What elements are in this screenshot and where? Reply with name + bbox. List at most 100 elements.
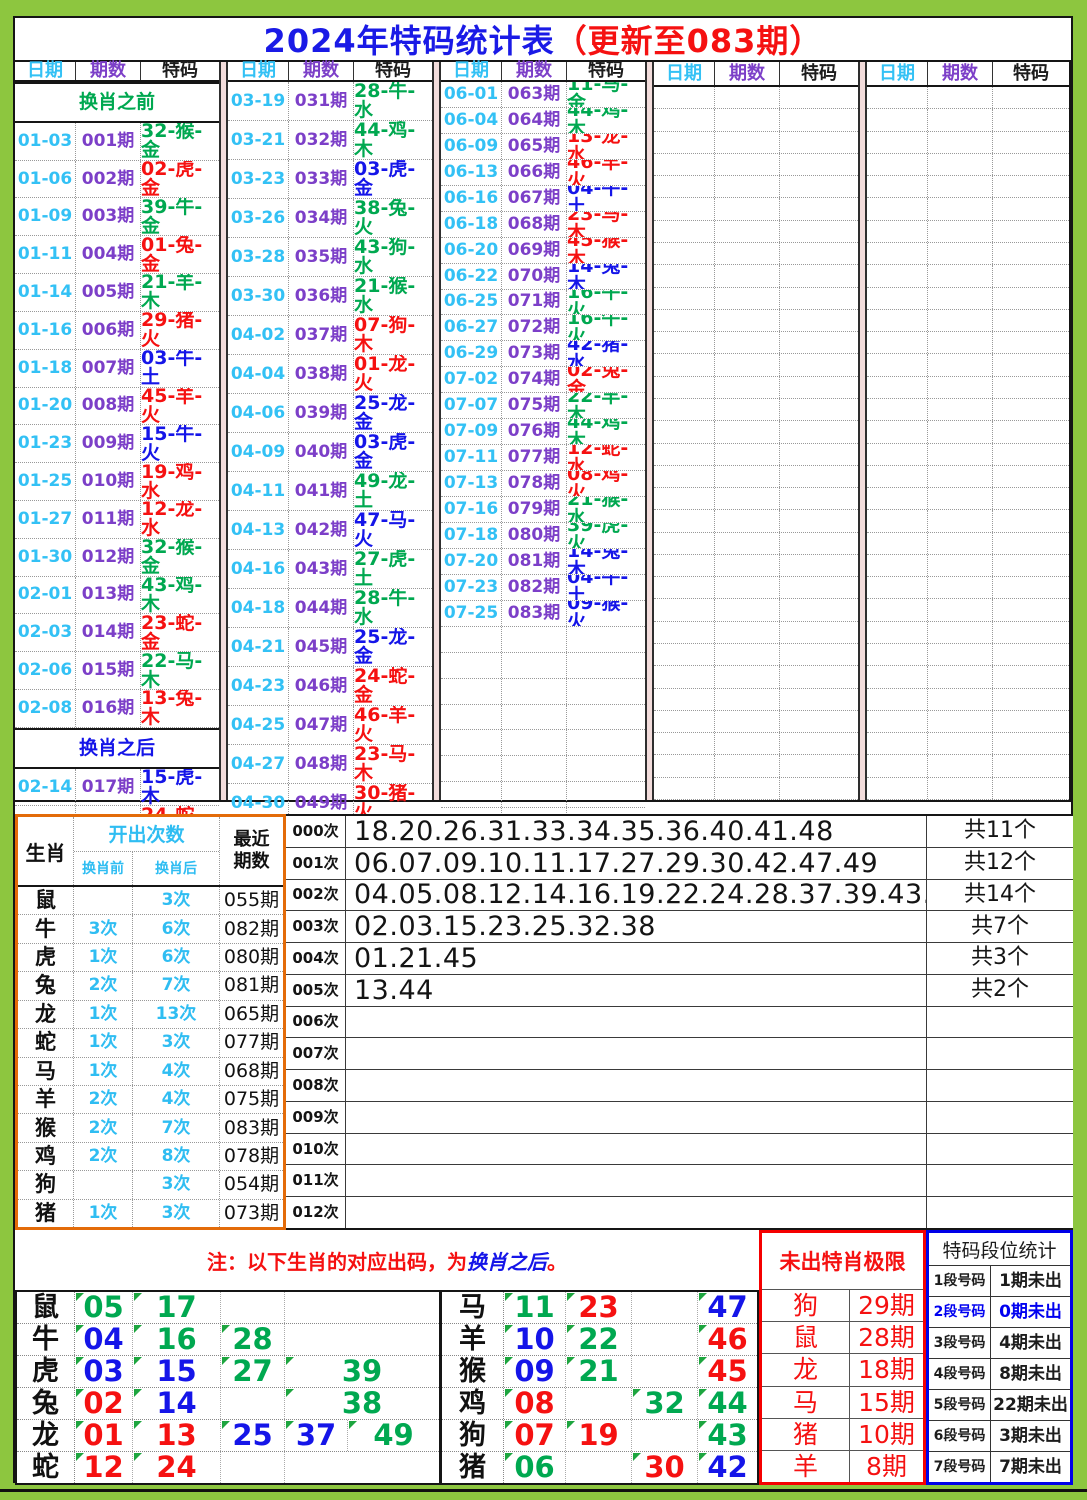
bottom-number-cell: 15 [133,1356,221,1387]
result-row: 03-21 032期 44-鸡-木 [228,121,432,160]
stats-zodiac: 龙 [18,1000,74,1029]
period-cell: 063期 [502,82,567,107]
column-separator [219,62,228,800]
period-cell [928,777,993,799]
period-cell [715,265,780,287]
date-cell: 07-07 [441,393,502,419]
period-cell: 068期 [502,211,567,237]
stats-before-count [74,887,133,915]
segment-value: 22期未出 [993,1394,1068,1415]
period-cell: 070期 [502,263,567,289]
empty-row [654,532,858,555]
code-cell [993,466,1069,487]
date-cell: 02-14 [15,768,76,806]
date-cell [441,704,502,730]
date-cell: 02-01 [15,576,76,614]
bottom-number-value: 13 [156,1418,197,1452]
code-cell [993,132,1069,153]
excel-flag-triangle [134,1421,142,1429]
note-prefix: 注：以下生肖的对应出码，为 [207,1249,467,1274]
missing-zodiac-periods: 15期 [858,1387,915,1417]
code-cell [993,755,1069,776]
period-cell [715,87,780,109]
bottom-number-value: 01 [83,1418,124,1452]
period-cell: 041期 [289,472,354,510]
date-cell: 03-21 [228,121,289,159]
stats-before-count: 2次 [74,1114,133,1142]
empty-row [867,621,1069,645]
stats-header-after: 换肖后 [155,861,197,878]
code-cell [993,332,1069,353]
code-cell [993,198,1069,219]
code-cell: 02-兔-金 [567,367,629,393]
period-cell [928,398,993,421]
period-cell: 064期 [502,107,567,133]
date-cell [654,87,715,109]
bottom-number-cell: 22 [566,1324,632,1355]
code-cell [993,555,1069,576]
frequency-total: 共2个 [926,974,1073,1006]
date-cell: 01-18 [15,349,76,387]
code-cell: 46-羊-火 [567,159,629,185]
period-cell [502,678,567,704]
code-column-header: 特码 [1013,62,1049,84]
date-cell [867,621,928,644]
bottom-number-value: 10 [514,1322,555,1356]
main-column-group: 日期 期数 特码 换肖之前 01-03 001期 32-猴-金 01-06 002期 02-虎-金… [15,62,219,1298]
segment-value: 7期未出 [999,1456,1062,1477]
zodiac-stats-row: 鼠 3次 055期 [18,887,283,916]
empty-row [867,398,1069,422]
date-cell: 06-01 [441,82,502,107]
period-cell: 014期 [76,614,141,652]
stats-header-before: 换肖前 [74,851,133,885]
missing-zodiac-name: 龙 [762,1354,850,1386]
code-cell [780,666,858,687]
excel-flag-triangle [349,1421,357,1429]
zodiac-stats-row: 猴 2次 7次 083期 [18,1114,283,1143]
stats-header-count-group: 开出次数 换肖前 换肖后 [74,817,220,885]
date-cell: 03-23 [228,160,289,198]
code-cell: 01-兔-金 [141,236,203,274]
zodiac-stats-row: 龙 1次 13次 065期 [18,1000,283,1030]
bottom-number-cell: 08 [504,1388,566,1419]
bottom-number-cell: 43 [698,1420,757,1451]
excel-flag-triangle [286,1421,294,1429]
stats-after-count: 7次 [133,1114,220,1142]
period-cell: 007期 [76,349,141,387]
empty-row [441,704,645,731]
empty-row [867,688,1069,711]
excel-flag-triangle [134,1357,142,1365]
date-cell [654,242,715,265]
date-cell [867,465,928,488]
date-cell: 07-23 [441,574,502,600]
code-cell [993,176,1069,197]
code-cell [780,555,858,576]
result-row: 01-03 001期 32-猴-金 [15,122,219,161]
segment-row: 5段号码 22期未出 [929,1390,1070,1421]
period-cell [715,777,780,799]
zodiac-stats-row: 兔 2次 7次 081期 [18,972,283,1001]
code-cell: 12-蛇-水 [567,445,629,471]
stats-after-count: 4次 [133,1057,220,1085]
date-cell [867,688,928,710]
empty-row [654,398,858,422]
bottom-left-table: 鼠 05 17 牛 04 16 28 虎 03 15 27 39 兔 02 14 38 龙 01 13 25 37 49 蛇… [15,1290,441,1485]
period-cell: 005期 [76,274,141,311]
code-cell: 23-马-木 [354,745,416,783]
zodiac-stats-row: 羊 2次 4次 075期 [18,1085,283,1115]
date-cell [867,131,928,153]
period-cell [928,153,993,176]
empty-row [867,354,1069,377]
date-cell: 04-21 [228,628,289,666]
empty-row [654,332,858,355]
period-cell [928,577,993,599]
zodiac-stats-table: 生肖 开出次数 换肖前 换肖后 最近 期数 鼠 3次 055期牛 3次 6次 082期虎 1… [15,814,286,1230]
empty-row [867,265,1069,288]
bottom-number-value: 04 [83,1322,124,1356]
excel-flag-triangle [286,1357,294,1365]
frequency-numbers: 13.44 [354,974,434,1006]
missing-zodiac-row: 龙 18期 [762,1354,923,1387]
period-cell [928,666,993,688]
stats-before-count: 1次 [74,1029,133,1057]
result-row: 04-11 041期 49-龙-土 [228,472,432,511]
